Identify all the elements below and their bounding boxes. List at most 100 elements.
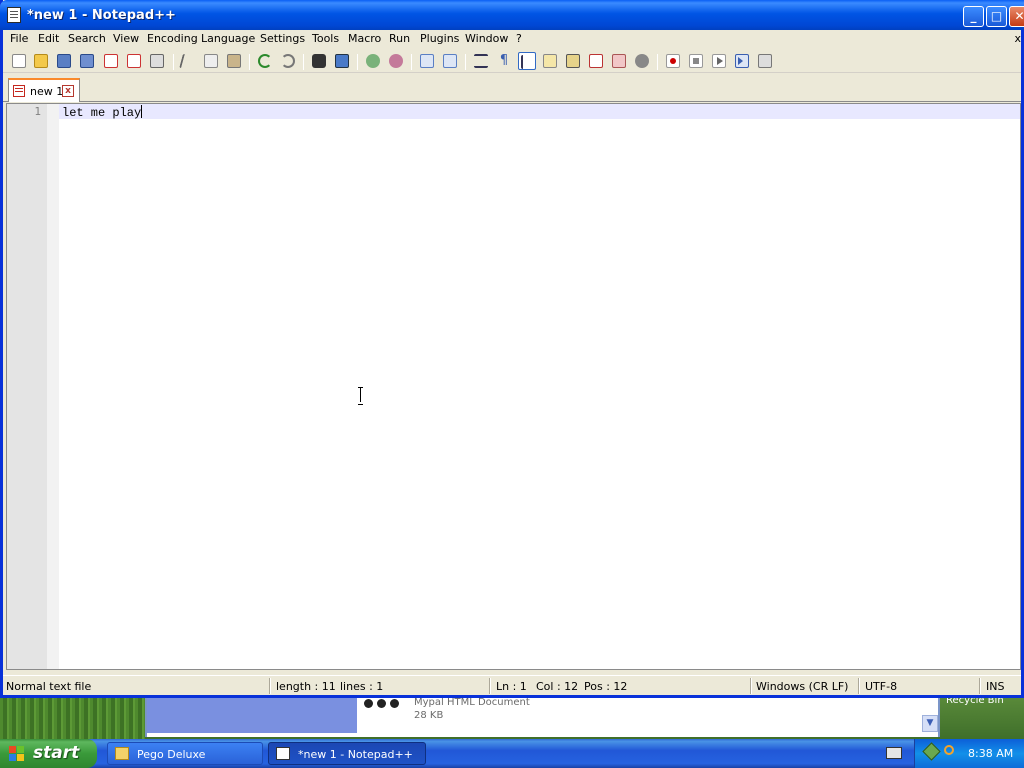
- menu-run[interactable]: Run: [389, 32, 410, 45]
- copy-icon[interactable]: [202, 52, 220, 70]
- start-label: start: [33, 743, 80, 763]
- menu-file[interactable]: File: [10, 32, 28, 45]
- redo-icon[interactable]: [279, 52, 297, 70]
- status-pos: Pos : 12: [584, 680, 628, 693]
- monitoring-icon[interactable]: [633, 52, 651, 70]
- title-bar[interactable]: *new 1 - Notepad++ _ □ ✕: [0, 0, 1024, 30]
- status-eol: Windows (CR LF): [756, 680, 849, 693]
- save-macro-icon[interactable]: [756, 52, 774, 70]
- tab-new-1[interactable]: new 1 x: [8, 78, 80, 102]
- menu-macro[interactable]: Macro: [348, 32, 381, 45]
- line-number-gutter: 1: [7, 104, 59, 669]
- close-document-menu-icon[interactable]: x: [1014, 32, 1021, 45]
- notepad-app-icon[interactable]: [7, 7, 21, 23]
- close-window-button[interactable]: ✕: [1009, 6, 1024, 27]
- menu-edit[interactable]: Edit: [38, 32, 59, 45]
- open-file-icon[interactable]: [32, 52, 50, 70]
- background-explorer-window: Mypal HTML Document 28 KB ▼: [145, 697, 940, 737]
- indent-guide-icon[interactable]: [518, 52, 536, 70]
- taskbar-button-notepadpp[interactable]: *new 1 - Notepad++: [268, 742, 426, 765]
- toolbar-separator: [411, 54, 412, 70]
- menu-search[interactable]: Search: [68, 32, 106, 45]
- paste-icon[interactable]: [225, 52, 243, 70]
- menu-settings[interactable]: Settings: [260, 32, 305, 45]
- sync-vertical-icon[interactable]: [418, 52, 436, 70]
- fold-margin[interactable]: [47, 104, 59, 669]
- search-icon[interactable]: [944, 745, 959, 760]
- run-macro-multiple-icon[interactable]: [733, 52, 751, 70]
- toolbar-separator: [357, 54, 358, 70]
- word-wrap-icon[interactable]: [472, 52, 490, 70]
- print-icon[interactable]: [148, 52, 166, 70]
- status-insert-mode: INS: [986, 680, 1005, 693]
- file-type-label: Mypal HTML Document: [414, 697, 530, 708]
- toolbar-separator: [657, 54, 658, 70]
- user-defined-language-icon[interactable]: [541, 52, 559, 70]
- function-list-icon[interactable]: [587, 52, 605, 70]
- status-divider: [979, 678, 981, 694]
- explorer-side-panel: [147, 697, 357, 733]
- tab-close-icon[interactable]: x: [62, 85, 74, 97]
- menu-window[interactable]: Window: [465, 32, 508, 45]
- toolbar-separator: [465, 54, 466, 70]
- status-divider: [858, 678, 860, 694]
- document-map-icon[interactable]: [564, 52, 582, 70]
- editor-text-line[interactable]: let me play: [62, 105, 143, 120]
- window-title: *new 1 - Notepad++: [27, 8, 176, 23]
- scroll-down-arrow-icon[interactable]: ▼: [922, 715, 938, 732]
- new-file-icon[interactable]: [10, 52, 28, 70]
- status-lines: lines : 1: [340, 680, 384, 693]
- record-macro-icon[interactable]: [664, 52, 682, 70]
- save-icon[interactable]: [55, 52, 73, 70]
- taskbar-button-label: Pego Deluxe: [137, 748, 206, 761]
- replace-icon[interactable]: [333, 52, 351, 70]
- clock[interactable]: 8:38 AM: [968, 747, 1013, 760]
- text-caret: [141, 105, 143, 118]
- status-col: Col : 12: [536, 680, 579, 693]
- toolbar-separator: [303, 54, 304, 70]
- maximize-button[interactable]: □: [986, 6, 1007, 27]
- close-all-icon[interactable]: [125, 52, 143, 70]
- menu-language[interactable]: Language: [201, 32, 255, 45]
- menu-view[interactable]: View: [113, 32, 139, 45]
- zoom-in-icon[interactable]: [364, 52, 382, 70]
- desktop-wallpaper: [0, 697, 145, 739]
- status-encoding: UTF-8: [865, 680, 898, 693]
- taskbar-button-label: *new 1 - Notepad++: [298, 748, 413, 761]
- status-divider: [750, 678, 752, 694]
- taskbar: start Pego Deluxe *new 1 - Notepad++ 8:3…: [0, 739, 1024, 768]
- tab-bar: new 1 x: [3, 75, 1021, 102]
- status-bar: Normal text file length : 11 lines : 1 L…: [3, 675, 1021, 695]
- file-size-label: 28 KB: [414, 710, 444, 721]
- menu-bar: File Edit Search View Encoding Language …: [3, 30, 1021, 48]
- system-tray: 8:38 AM: [914, 739, 1024, 768]
- cut-icon[interactable]: [179, 52, 197, 70]
- menu-tools[interactable]: Tools: [312, 32, 339, 45]
- editor-area[interactable]: 1 let me play: [6, 103, 1021, 670]
- close-icon[interactable]: [102, 52, 120, 70]
- zoom-out-icon[interactable]: [387, 52, 405, 70]
- sync-horizontal-icon[interactable]: [441, 52, 459, 70]
- status-ln: Ln : 1: [496, 680, 527, 693]
- playback-icon[interactable]: [710, 52, 728, 70]
- save-all-icon[interactable]: [78, 52, 96, 70]
- start-button[interactable]: start: [0, 739, 97, 768]
- editor-text: let me play: [62, 106, 142, 120]
- menu-plugins[interactable]: Plugins: [420, 32, 459, 45]
- notepadpp-window: *new 1 - Notepad++ _ □ ✕ File Edit Searc…: [0, 0, 1024, 698]
- stop-recording-icon[interactable]: [687, 52, 705, 70]
- minimize-button[interactable]: _: [963, 6, 984, 27]
- file-thumbnail-icon: [362, 697, 402, 721]
- toolbar-separator: [173, 54, 174, 70]
- network-icon[interactable]: [922, 742, 941, 761]
- show-all-characters-icon[interactable]: ¶: [495, 52, 513, 70]
- ibeam-cursor-icon: [358, 387, 364, 405]
- menu-help[interactable]: ?: [516, 32, 522, 45]
- taskbar-button-pego-deluxe[interactable]: Pego Deluxe: [107, 742, 263, 765]
- folder-as-workspace-icon[interactable]: [610, 52, 628, 70]
- undo-icon[interactable]: [256, 52, 274, 70]
- status-divider: [489, 678, 491, 694]
- find-icon[interactable]: [310, 52, 328, 70]
- keyboard-icon[interactable]: [886, 747, 902, 759]
- menu-encoding[interactable]: Encoding: [147, 32, 198, 45]
